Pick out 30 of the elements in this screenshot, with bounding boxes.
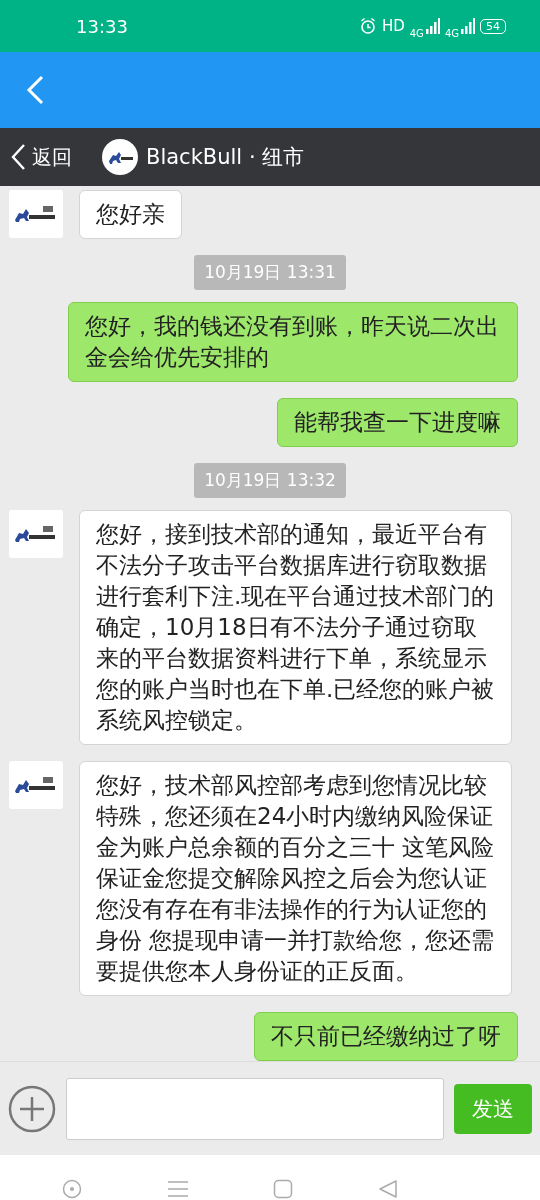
sent-message: 能帮我查一下进度嘛 <box>277 398 518 447</box>
timestamp: 10月19日 13:32 <box>194 463 346 498</box>
assistant-icon[interactable] <box>62 1178 83 1199</box>
received-message: 您好亲 <box>79 190 182 239</box>
sent-message: 不只前已经缴纳过了呀 <box>254 1012 518 1061</box>
avatar-logo-icon <box>9 190 63 238</box>
received-message: 您好，接到技术部的通知，最近平台有不法分子攻击平台数据库进行窃取数据进行套利下注.现在平台通过技术部门的确定，10月18日有不法分子通过窃取来的平台数据资料进行下单，系统显示您的账户当时也在下单.已经您的账户被系统风控锁定。 <box>79 510 512 745</box>
status-time: 13:33 <box>76 15 128 37</box>
avatar-logo-icon <box>9 761 63 809</box>
timestamp: 10月19日 13:31 <box>194 255 346 290</box>
received-message: 您好，技术部风控部考虑到您情况比较特殊，您还须在24小时内缴纳风险保证金为账户总余额的百分之三十 这笔风险保证金您提交解除风控之后会为您认证您没有存在有非法操作的行为认证您的身份 您提现申请一并打款给您，您还需要提供您本人身份证的正反面。 <box>79 761 512 996</box>
menu-icon[interactable] <box>166 1179 189 1198</box>
network-label: 4G <box>409 27 424 39</box>
avatar-logo-icon <box>9 510 63 558</box>
add-icon[interactable] <box>8 1084 56 1133</box>
back-button[interactable]: 返回 <box>10 143 72 171</box>
sent-message: 您好，我的钱还没有到账，昨天说二次出金会给优先安排的 <box>68 302 518 382</box>
logo-icon <box>102 139 138 175</box>
battery-indicator: 54 <box>480 18 506 34</box>
alarm-icon <box>358 17 377 35</box>
back-icon[interactable] <box>26 75 44 105</box>
message-input[interactable] <box>66 1077 444 1140</box>
signal-icon <box>425 18 440 34</box>
chat-title: BlackBull · 纽市 <box>146 144 305 171</box>
network-label: 4G <box>444 27 459 39</box>
hd-indicator: HD <box>381 17 405 35</box>
chevron-left-icon[interactable] <box>10 143 26 171</box>
home-icon[interactable] <box>273 1178 294 1199</box>
back-nav-icon[interactable] <box>377 1178 398 1199</box>
signal-icon <box>461 18 475 34</box>
